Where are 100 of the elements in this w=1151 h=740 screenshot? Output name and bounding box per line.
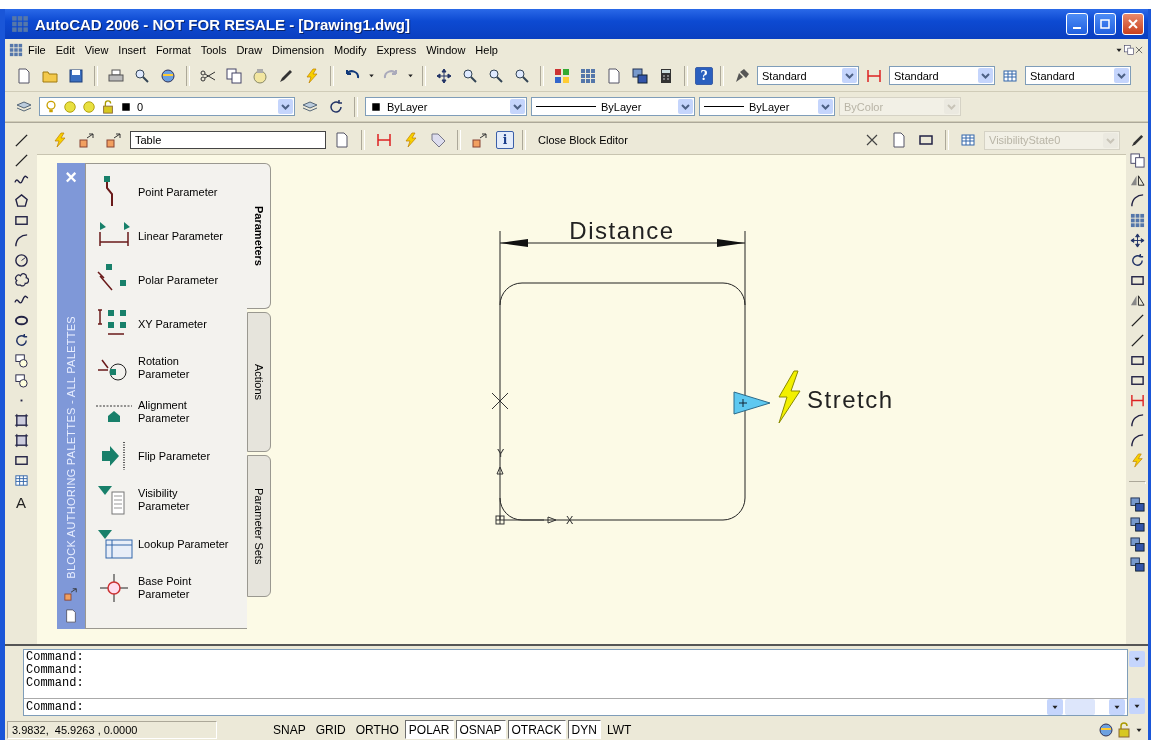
cross-icon[interactable]	[1134, 44, 1144, 55]
caret-icon[interactable]	[367, 71, 376, 80]
table-icon[interactable]	[960, 132, 976, 148]
palette-tab[interactable]: Parameters	[247, 163, 271, 309]
pencil-icon[interactable]	[278, 67, 294, 84]
sphere-icon[interactable]	[160, 67, 176, 84]
cross-marker[interactable]	[491, 392, 509, 410]
menu-item[interactable]: Format	[150, 43, 196, 56]
swap-icon[interactable]	[472, 132, 488, 148]
stack-icon[interactable]	[1129, 537, 1145, 552]
page-icon[interactable]	[606, 67, 622, 84]
palette-item[interactable]: Lookup Parameter	[138, 537, 229, 551]
lineweight-dropdown[interactable]: ByLayer	[699, 97, 835, 116]
close-block-editor-button[interactable]: Close Block Editor	[534, 134, 632, 146]
rectangle-icon[interactable]	[1129, 353, 1145, 368]
move-icon[interactable]	[436, 67, 452, 84]
copy-icon[interactable]	[1129, 153, 1145, 168]
status-toggle[interactable]: POLAR	[404, 720, 454, 739]
rectangle-icon[interactable]	[918, 132, 934, 148]
printer-icon[interactable]	[108, 67, 124, 84]
status-toggle[interactable]: DYN	[567, 720, 601, 739]
layer-dropdown[interactable]: 0	[39, 97, 295, 116]
style-dropdown[interactable]: Standard	[1025, 66, 1131, 85]
polygon-icon[interactable]	[13, 193, 29, 208]
scroll-thumb[interactable]	[1065, 699, 1095, 715]
text-button[interactable]: A	[12, 493, 30, 511]
magnifier-icon[interactable]	[134, 67, 150, 84]
line-icon[interactable]	[1129, 333, 1145, 348]
palette-item[interactable]: Alignment Parameter	[138, 399, 190, 425]
palette-tab[interactable]: Parameter Sets	[247, 455, 271, 597]
status-toggle[interactable]: GRID	[311, 720, 350, 739]
page-icon[interactable]	[64, 609, 78, 623]
mirror-icon[interactable]	[1129, 173, 1145, 188]
caret-icon[interactable]	[406, 71, 415, 80]
rotate-icon[interactable]	[328, 98, 344, 115]
palette-item[interactable]: Polar Parameter	[138, 273, 219, 287]
hatch-icon[interactable]	[13, 433, 29, 448]
stack-icon[interactable]	[1129, 497, 1145, 512]
style-dropdown[interactable]: Standard	[757, 66, 859, 85]
palette-item[interactable]: Base Point Parameter	[138, 575, 192, 601]
grid-icon[interactable]	[9, 42, 23, 57]
menu-item[interactable]: Dimension	[267, 43, 330, 56]
circle-icon[interactable]	[13, 253, 29, 268]
close-button[interactable]	[1122, 13, 1144, 35]
palette-item[interactable]: Point Parameter	[138, 185, 218, 199]
command-window[interactable]: Command: Command: Command: Command:	[23, 649, 1128, 716]
palette-item[interactable]: XY Parameter	[138, 317, 207, 331]
menu-item[interactable]: File	[23, 43, 51, 56]
pen-icon[interactable]	[734, 67, 750, 84]
line-icon[interactable]	[13, 133, 29, 148]
status-toggle[interactable]: ORTHO	[351, 720, 403, 739]
palette-item[interactable]: Visibility Parameter	[138, 487, 190, 513]
mirror-icon[interactable]	[1129, 293, 1145, 308]
arc-icon[interactable]	[1129, 433, 1145, 448]
rectangle-icon[interactable]	[1129, 273, 1145, 288]
sphere-icon[interactable]	[1098, 721, 1114, 738]
hatch-icon[interactable]	[13, 413, 29, 428]
palette-item[interactable]: Rotation Parameter	[138, 355, 190, 381]
menu-item[interactable]: Edit	[50, 43, 80, 56]
table-icon[interactable]	[13, 473, 29, 488]
palette-item[interactable]: Linear Parameter	[138, 229, 223, 243]
menu-item[interactable]: Modify	[329, 43, 372, 56]
block-name-field[interactable]: Table	[130, 131, 326, 149]
rectangle-icon[interactable]	[13, 213, 29, 228]
dimension-icon[interactable]	[376, 132, 392, 148]
minimize-button[interactable]	[1066, 13, 1088, 35]
page-icon[interactable]	[891, 132, 907, 148]
menu-item[interactable]: View	[79, 43, 114, 56]
stack-icon[interactable]	[1129, 517, 1145, 532]
menu-item[interactable]: Help	[470, 43, 503, 56]
status-toggle[interactable]: OSNAP	[455, 720, 506, 739]
rotate-icon[interactable]	[1129, 253, 1145, 268]
menu-item[interactable]: Express	[371, 43, 422, 56]
linetype-dropdown[interactable]: ByLayer	[531, 97, 695, 116]
rotate-icon[interactable]	[13, 333, 29, 348]
dimension-icon[interactable]	[1129, 393, 1145, 408]
ellipse-icon[interactable]	[13, 313, 29, 328]
block-icon[interactable]	[13, 353, 29, 368]
info-button[interactable]: i	[496, 131, 514, 149]
pencil-icon[interactable]	[1129, 133, 1145, 148]
grid-icon[interactable]	[1129, 213, 1145, 228]
swap-icon[interactable]	[106, 132, 122, 148]
magnifier-icon[interactable]	[514, 67, 530, 84]
magnifier-icon[interactable]	[462, 67, 478, 84]
floppy-icon[interactable]	[68, 67, 84, 84]
color-dropdown[interactable]: ByLayer	[365, 97, 527, 116]
menu-item[interactable]: Tools	[195, 43, 232, 56]
arc-icon[interactable]	[13, 233, 29, 248]
grid-icon[interactable]	[580, 67, 596, 84]
menu-item[interactable]: Insert	[113, 43, 151, 56]
table-icon[interactable]	[1002, 67, 1018, 84]
copy-icon[interactable]	[226, 67, 242, 84]
swap-icon[interactable]	[64, 587, 78, 601]
page-icon[interactable]	[16, 67, 32, 84]
arc-icon[interactable]	[1129, 413, 1145, 428]
status-toggle[interactable]: SNAP	[269, 720, 310, 739]
stack-icon[interactable]	[632, 67, 648, 84]
dimension-icon[interactable]	[866, 67, 882, 84]
menu-item[interactable]: Window	[421, 43, 471, 56]
move-icon[interactable]	[1129, 233, 1145, 248]
